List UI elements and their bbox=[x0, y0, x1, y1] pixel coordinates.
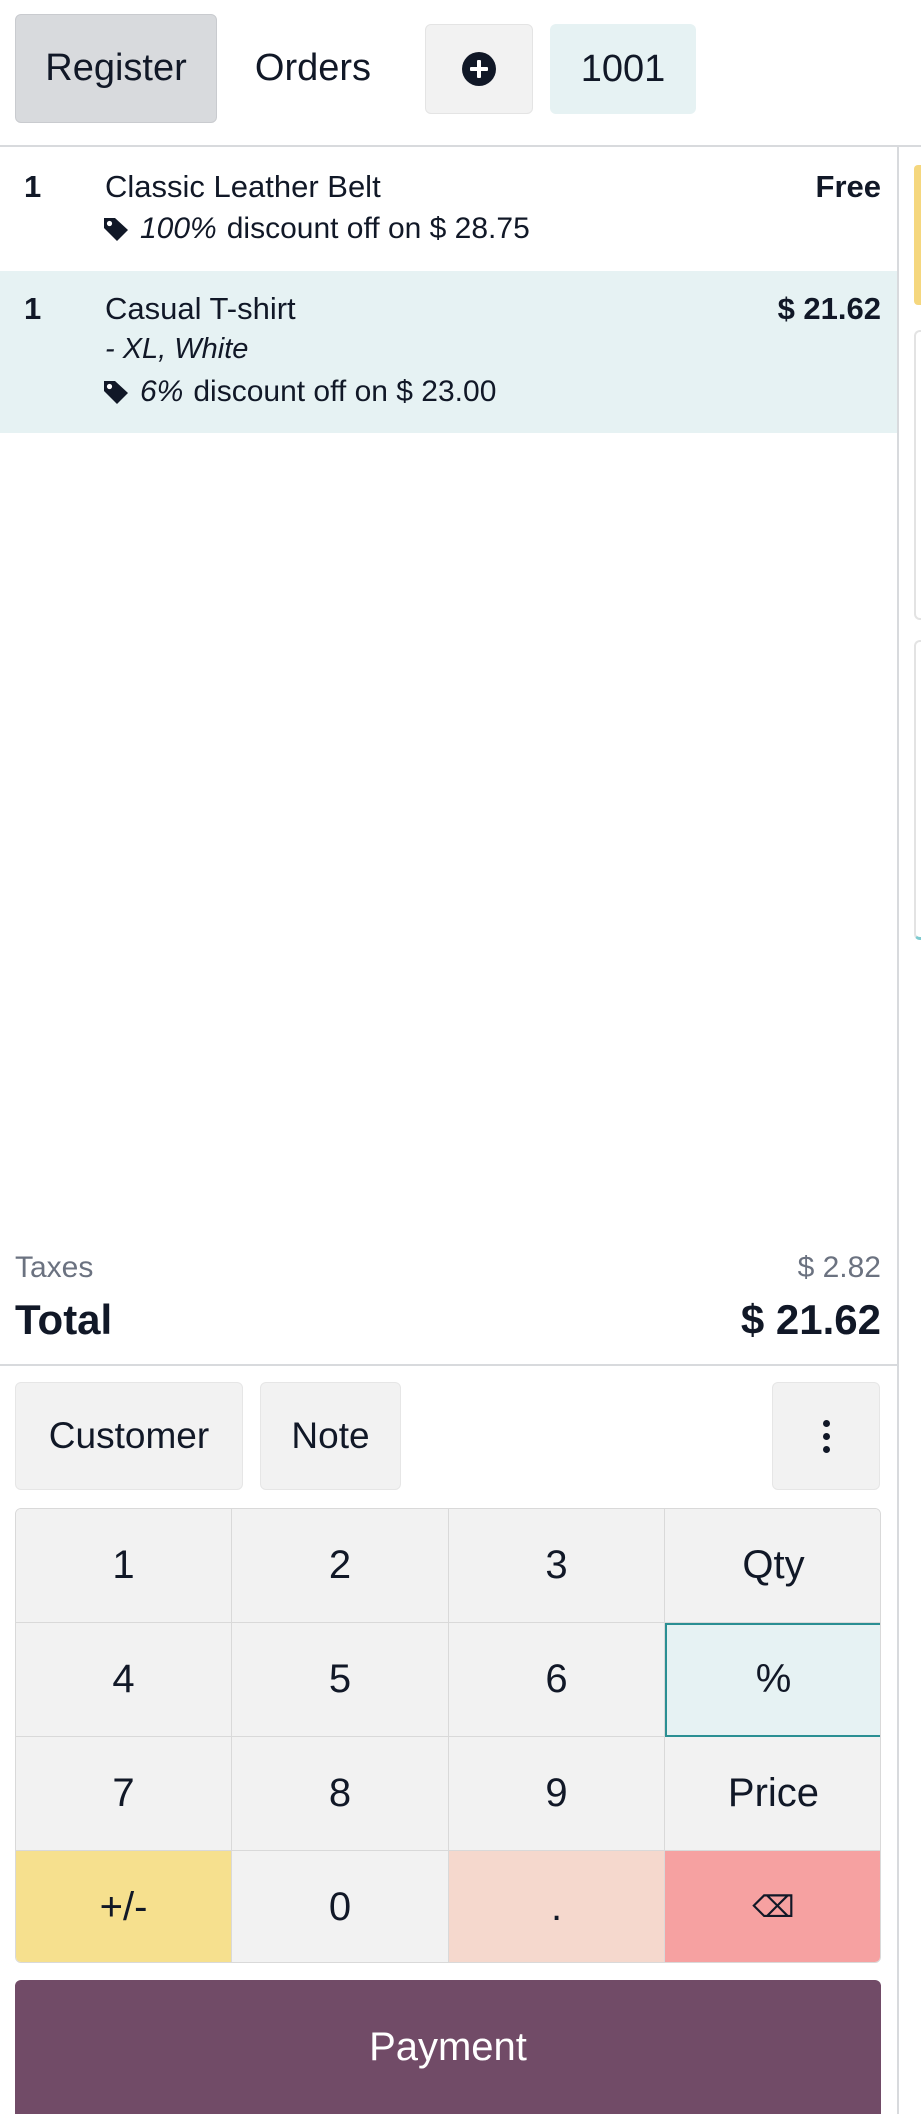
order-lines-list: 1 Classic Leather Belt Free 100% discoun… bbox=[0, 149, 897, 433]
numpad-key-1[interactable]: 1 bbox=[16, 1509, 232, 1623]
numpad-sign-toggle[interactable]: +/- bbox=[16, 1851, 232, 1962]
register-tab[interactable]: Register bbox=[15, 14, 217, 123]
note-button[interactable]: Note bbox=[260, 1382, 401, 1490]
numpad-price-mode[interactable]: Price bbox=[665, 1737, 880, 1851]
customer-button[interactable]: Customer bbox=[15, 1382, 243, 1490]
product-card-edge bbox=[914, 330, 921, 620]
line-product-name: Casual T-shirt bbox=[105, 291, 296, 326]
top-bar: Register Orders 1001 bbox=[0, 0, 921, 147]
orders-tab[interactable]: Orders bbox=[222, 14, 404, 123]
more-actions-button[interactable] bbox=[772, 1382, 880, 1490]
numpad-key-9[interactable]: 9 bbox=[449, 1737, 665, 1851]
numpad-qty-mode[interactable]: Qty bbox=[665, 1509, 880, 1623]
numpad: 1 2 3 Qty 4 5 6 % 7 8 9 Price +/- 0 . ⌫ bbox=[15, 1508, 881, 1963]
taxes-value: $ 2.82 bbox=[797, 1251, 881, 1284]
total-value: $ 21.62 bbox=[740, 1296, 881, 1343]
total-label: Total bbox=[15, 1296, 113, 1343]
tag-icon bbox=[102, 379, 130, 405]
line-price: Free bbox=[815, 169, 881, 204]
numpad-key-8[interactable]: 8 bbox=[232, 1737, 449, 1851]
discount-text: discount off on $ 28.75 bbox=[226, 212, 530, 245]
line-discount: 6% discount off on $ 23.00 bbox=[102, 375, 496, 409]
product-card-edge bbox=[914, 640, 921, 940]
tag-icon bbox=[102, 216, 130, 242]
backspace-icon[interactable]: ⌫ bbox=[665, 1851, 880, 1962]
vertical-ellipsis-icon bbox=[822, 1419, 830, 1453]
line-quantity: 1 bbox=[24, 169, 42, 204]
numpad-key-5[interactable]: 5 bbox=[232, 1623, 449, 1737]
discount-percent: 6% bbox=[140, 375, 184, 408]
numpad-key-6[interactable]: 6 bbox=[449, 1623, 665, 1737]
numpad-decimal-key[interactable]: . bbox=[449, 1851, 665, 1962]
numpad-key-4[interactable]: 4 bbox=[16, 1623, 232, 1737]
numpad-key-7[interactable]: 7 bbox=[16, 1737, 232, 1851]
numpad-key-3[interactable]: 3 bbox=[449, 1509, 665, 1623]
current-order-tab[interactable]: 1001 bbox=[550, 24, 696, 114]
numpad-key-0[interactable]: 0 bbox=[232, 1851, 449, 1962]
line-price: $ 21.62 bbox=[777, 291, 881, 326]
new-order-button[interactable] bbox=[425, 24, 533, 114]
taxes-label: Taxes bbox=[15, 1251, 94, 1284]
line-quantity: 1 bbox=[24, 291, 42, 326]
plus-circle-icon bbox=[462, 52, 496, 86]
line-variant: - XL, White bbox=[105, 333, 249, 365]
numpad-key-2[interactable]: 2 bbox=[232, 1509, 449, 1623]
discount-percent: 100% bbox=[140, 212, 217, 245]
line-product-name: Classic Leather Belt bbox=[105, 169, 381, 204]
payment-button[interactable]: Payment bbox=[15, 1980, 881, 2114]
order-line[interactable]: 1 Classic Leather Belt Free 100% discoun… bbox=[0, 149, 897, 271]
line-discount: 100% discount off on $ 28.75 bbox=[102, 212, 530, 246]
product-card-edge bbox=[914, 165, 921, 305]
divider bbox=[0, 1364, 897, 1366]
numpad-discount-mode[interactable]: % bbox=[665, 1623, 880, 1737]
order-line-selected[interactable]: 1 Casual T-shirt $ 21.62 - XL, White 6% … bbox=[0, 271, 897, 433]
discount-text: discount off on $ 23.00 bbox=[193, 375, 497, 408]
